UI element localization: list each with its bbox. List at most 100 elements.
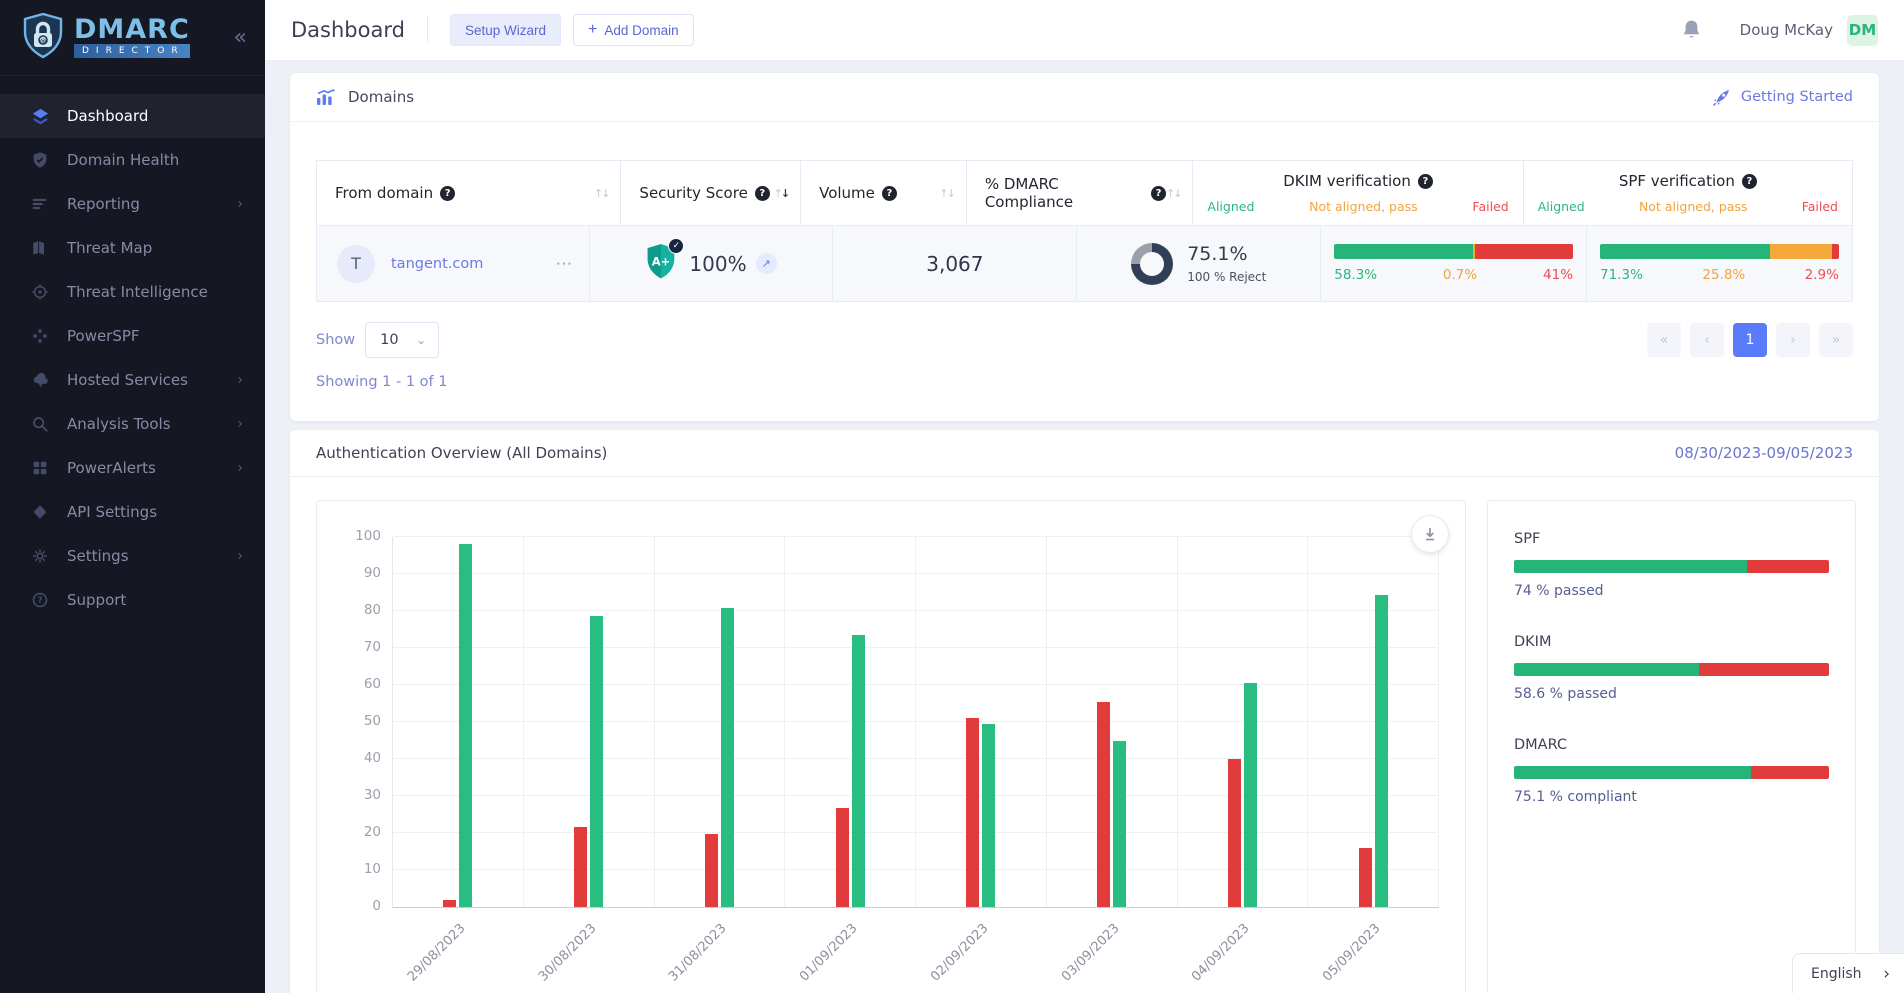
sidebar-item-label: Dashboard: [67, 107, 148, 125]
sidebar-item-label: API Settings: [67, 503, 157, 521]
auth-overview-header: Authentication Overview (All Domains) 08…: [290, 430, 1879, 477]
spf-aligned-value: 71.3%: [1600, 267, 1643, 283]
page-1-button[interactable]: 1: [1733, 323, 1767, 357]
brand-title: DMARC: [74, 17, 190, 43]
page-size-value: 10: [380, 332, 398, 348]
auth-overview-card: Authentication Overview (All Domains) 08…: [290, 430, 1879, 993]
pagination-row: Show 10 ⌄ « ‹ 1 › »: [316, 322, 1853, 358]
page-title: Dashboard: [291, 18, 405, 42]
dkim-help-icon[interactable]: ?: [1418, 174, 1433, 189]
setup-wizard-button[interactable]: Setup Wizard: [450, 14, 561, 46]
brand-shield-icon: @: [22, 13, 64, 63]
spf-help-icon[interactable]: ?: [1742, 174, 1757, 189]
x-axis-label: 31/08/2023: [666, 921, 730, 985]
security-shield-icon: A+ ✓: [645, 243, 677, 284]
show-label: Show: [316, 332, 355, 348]
magnifier-icon: [30, 414, 50, 434]
sidebar-item-label: Support: [67, 591, 126, 609]
y-axis-tick: 40: [364, 750, 381, 766]
sidebar-item-powerspf[interactable]: PowerSPF: [0, 314, 265, 358]
user-name[interactable]: Doug McKay: [1740, 21, 1833, 39]
sidebar-item-api-settings[interactable]: API Settings: [0, 490, 265, 534]
language-label: English: [1811, 966, 1862, 982]
cloud-upload-icon: [30, 370, 50, 390]
chart-band: 29/08/2023: [393, 537, 524, 907]
dkim-verification-label: DKIM verification: [1283, 172, 1411, 190]
getting-started-label: Getting Started: [1741, 89, 1853, 105]
auth-overview-body: 010203040506070809010029/08/202330/08/20…: [290, 477, 1879, 993]
add-domain-button[interactable]: + Add Domain: [573, 14, 694, 46]
map-icon: [30, 238, 50, 258]
sidebar-item-threat-intelligence[interactable]: Threat Intelligence: [0, 270, 265, 314]
collapse-sidebar-icon[interactable]: «: [234, 27, 247, 49]
sidebar-item-dashboard[interactable]: Dashboard: [0, 94, 265, 138]
bar-passed: [1244, 683, 1257, 907]
rocket-icon: [1712, 88, 1731, 107]
row-more-icon[interactable]: ⋯: [556, 254, 575, 274]
svg-text:?: ?: [37, 596, 42, 606]
chart-band: 30/08/2023: [524, 537, 655, 907]
sidebar-item-threat-map[interactable]: Threat Map: [0, 226, 265, 270]
dmarc-compliance-sort-icon[interactable]: ↑↓: [1166, 187, 1180, 200]
domains-card-header: Domains Getting Started: [290, 73, 1879, 122]
external-link-icon[interactable]: ↗: [756, 253, 777, 274]
sidebar-item-support[interactable]: ? Support: [0, 578, 265, 622]
dkim-bar: [1334, 244, 1573, 259]
diamonds-icon: [30, 326, 50, 346]
security-score-sort-icon[interactable]: ↑↓: [774, 187, 788, 200]
sidebar-item-poweralerts[interactable]: PowerAlerts ›: [0, 446, 265, 490]
dkim-bar-failed: [1475, 244, 1573, 259]
grid-icon: [30, 458, 50, 478]
sidebar-item-settings[interactable]: Settings›: [0, 534, 265, 578]
y-axis-tick: 10: [364, 861, 381, 877]
y-axis-tick: 50: [364, 713, 381, 729]
getting-started-link[interactable]: Getting Started: [1712, 88, 1853, 107]
x-axis-label: 30/08/2023: [536, 921, 600, 985]
page-size-select[interactable]: 10 ⌄: [365, 322, 439, 358]
spf-sub-not-aligned: Not aligned, pass: [1639, 199, 1748, 214]
bar-passed: [1113, 741, 1126, 907]
chevron-right-icon: ›: [237, 416, 243, 432]
add-domain-label: Add Domain: [604, 23, 678, 38]
domain-link[interactable]: tangent.com: [391, 256, 483, 272]
sidebar-item-hosted-services[interactable]: Hosted Services›: [0, 358, 265, 402]
sidebar-item-reporting[interactable]: Reporting›: [0, 182, 265, 226]
volume-help-icon[interactable]: ?: [882, 186, 897, 201]
bar-failed: [966, 718, 979, 907]
next-page-button[interactable]: ›: [1776, 323, 1810, 357]
sidebar-item-label: PowerAlerts: [67, 459, 156, 477]
gear-icon: [30, 546, 50, 566]
dmarc-donut: [1131, 243, 1173, 285]
help-circle-icon: ?: [30, 590, 50, 610]
dmarc-compliance-help-icon[interactable]: ?: [1151, 186, 1166, 201]
from-domain-sort-icon[interactable]: ↑↓: [594, 187, 608, 200]
auth-overview-date-range: 08/30/2023-09/05/2023: [1675, 444, 1853, 462]
chevron-down-icon: ⌄: [416, 333, 426, 347]
cell-spf-verification: 71.3% 25.8% 2.9%: [1587, 226, 1852, 301]
security-score-value: 100%: [689, 252, 746, 276]
avatar[interactable]: DM: [1847, 15, 1878, 46]
security-score-help-icon[interactable]: ?: [755, 186, 770, 201]
sidebar-item-analysis-tools[interactable]: Analysis Tools›: [0, 402, 265, 446]
sidebar-nav: DashboardDomain HealthReporting›Threat M…: [0, 94, 265, 622]
auth-chart-panel: 010203040506070809010029/08/202330/08/20…: [316, 500, 1466, 993]
domains-chart-icon: [316, 88, 336, 106]
summary-label: DKIM: [1514, 634, 1829, 650]
chevron-right-icon: ›: [237, 460, 243, 476]
chart-download-button[interactable]: [1411, 515, 1449, 553]
notifications-bell-icon[interactable]: [1681, 19, 1702, 41]
first-page-button[interactable]: «: [1647, 323, 1681, 357]
language-selector[interactable]: English ›: [1792, 953, 1904, 993]
sidebar-item-label: Reporting: [67, 195, 140, 213]
volume-sort-icon[interactable]: ↑↓: [939, 187, 953, 200]
chevron-right-icon: ›: [237, 372, 243, 388]
sidebar-item-domain-health[interactable]: Domain Health: [0, 138, 265, 182]
spf-sub-failed: Failed: [1802, 199, 1838, 214]
svg-text:A+: A+: [652, 255, 671, 269]
chart-band: 31/08/2023: [655, 537, 786, 907]
bar-failed: [1359, 848, 1372, 907]
last-page-button[interactable]: »: [1819, 323, 1853, 357]
from-domain-help-icon[interactable]: ?: [440, 186, 455, 201]
dmarc-compliance-label: % DMARC Compliance: [985, 175, 1144, 211]
prev-page-button[interactable]: ‹: [1690, 323, 1724, 357]
